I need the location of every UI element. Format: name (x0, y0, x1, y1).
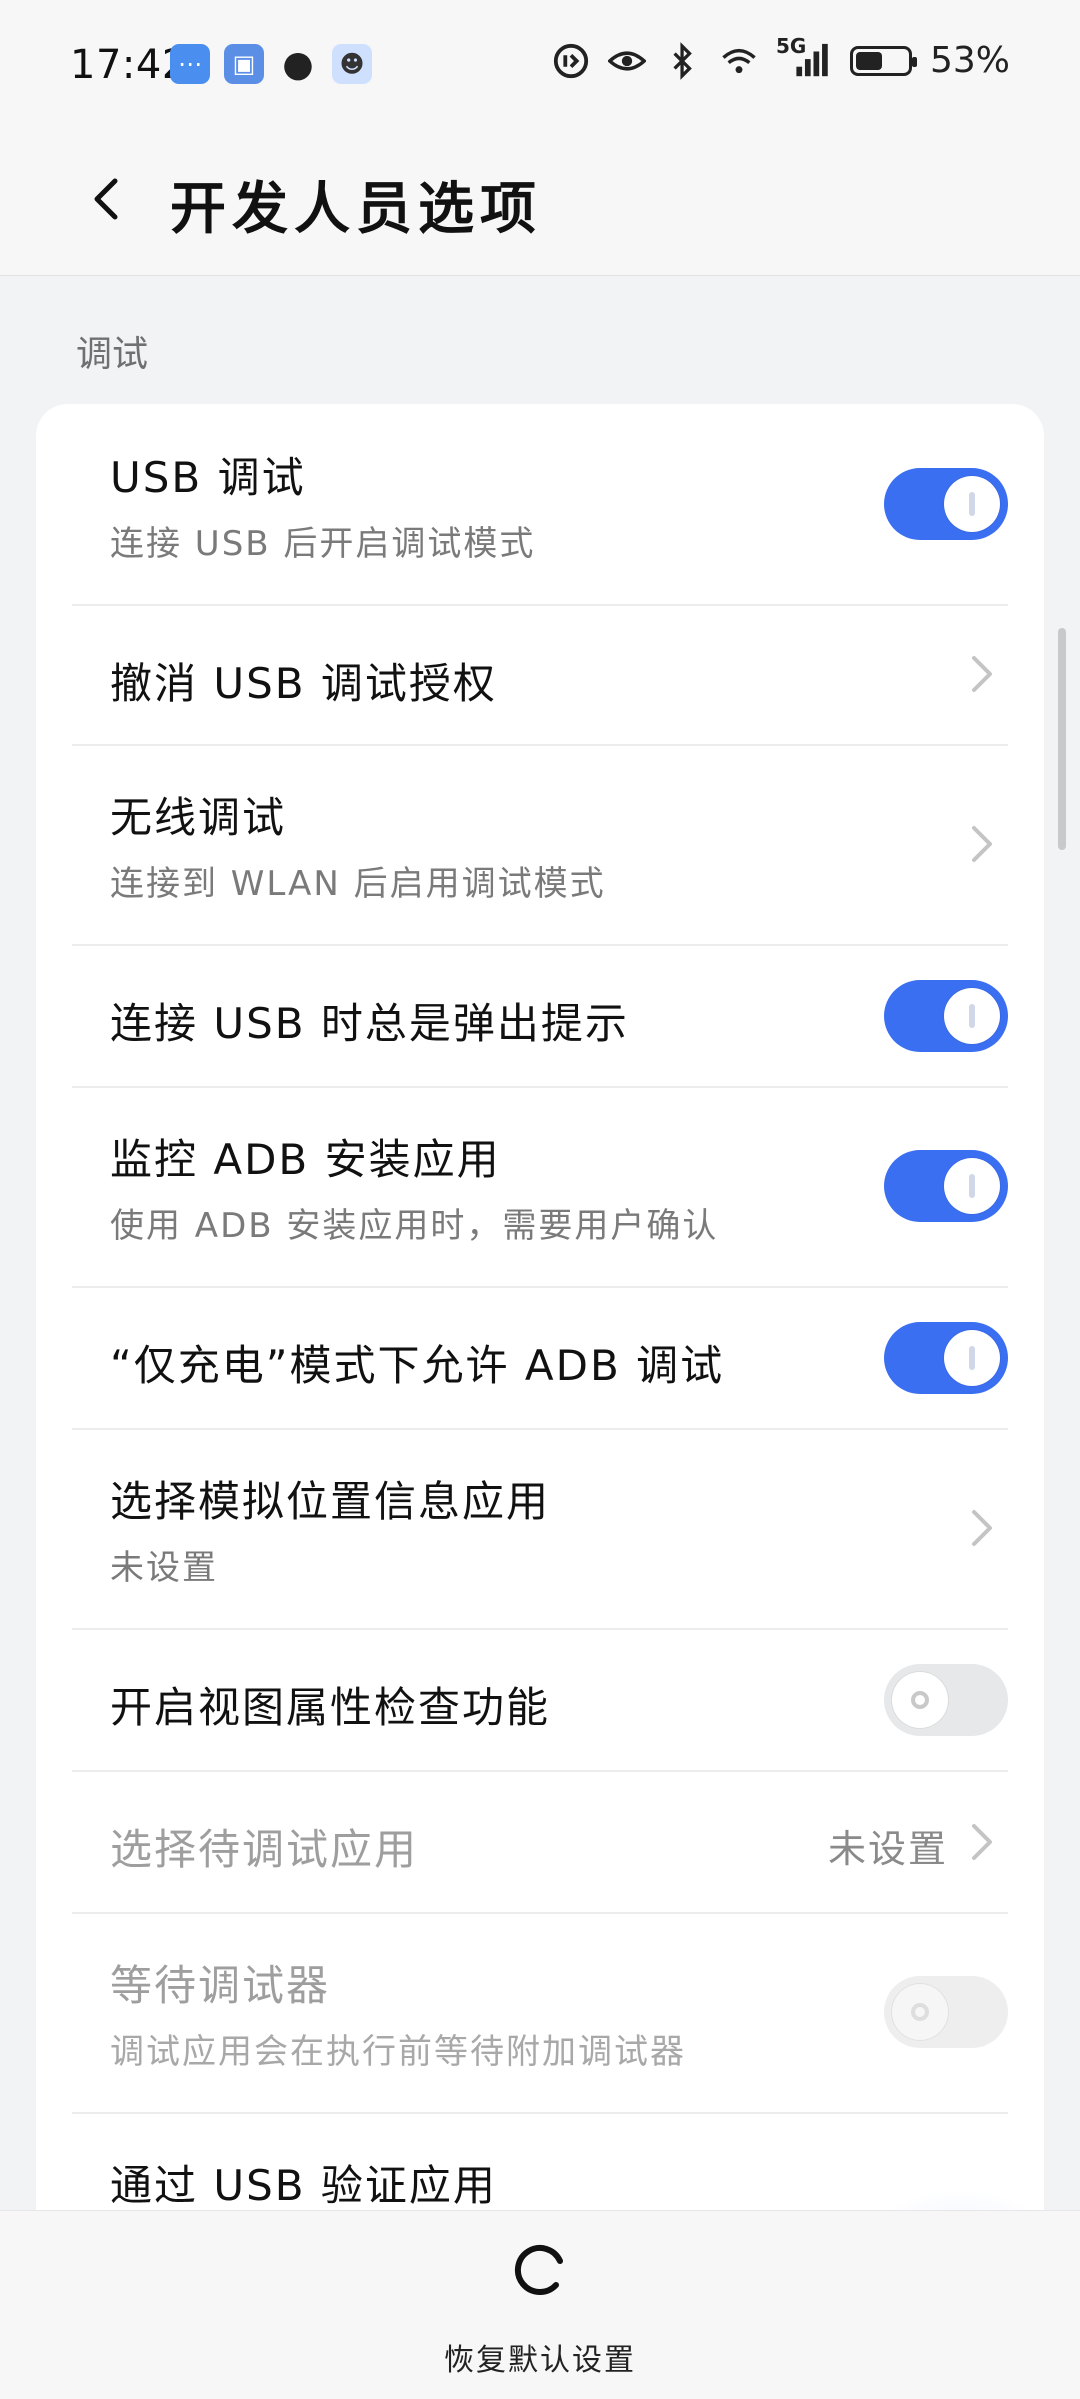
page-title: 开发人员选项 (170, 177, 542, 242)
scrollbar[interactable] (1058, 628, 1066, 850)
view-attribute-switch[interactable] (884, 1664, 1008, 1736)
setting-monitor-adb-install[interactable]: 监控 ADB 安装应用 使用 ADB 安装应用时，需要用户确认 (72, 1086, 1008, 1288)
setting-title: 监控 ADB 安装应用 (110, 1135, 501, 1184)
wifi-icon (720, 42, 758, 80)
eye-icon (607, 42, 646, 80)
setting-title: 无线调试 (110, 793, 287, 842)
bottom-action-bar: 恢复默认设置 (0, 2210, 1080, 2399)
monitor-adb-switch[interactable] (884, 1150, 1008, 1222)
section-label-debug: 调试 (76, 334, 149, 375)
setting-title: 选择待调试应用 (110, 1825, 419, 1874)
setting-revoke-usb-auth[interactable]: 撤消 USB 调试授权 (72, 604, 1008, 746)
setting-subtitle: 调试应用会在执行前等待附加调试器 (110, 2032, 686, 2072)
setting-title: 撤消 USB 调试授权 (110, 659, 497, 708)
restore-defaults-button[interactable]: 恢复默认设置 (440, 2235, 640, 2385)
setting-usb-prompt[interactable]: 连接 USB 时总是弹出提示 (72, 944, 1008, 1088)
setting-subtitle: 未设置 (110, 1548, 218, 1588)
qq-penguin-icon: ● (282, 43, 314, 85)
chevron-right-icon (964, 654, 998, 694)
setting-usb-debugging[interactable]: USB 调试 连接 USB 后开启调试模式 (72, 404, 1008, 606)
battery-percent: 53% (929, 40, 1010, 81)
setting-debug-app[interactable]: 选择待调试应用 未设置 (72, 1770, 1008, 1914)
chevron-right-icon (964, 824, 998, 864)
usb-debugging-switch[interactable] (884, 468, 1008, 540)
battery-icon (849, 45, 917, 76)
chevron-right-icon (964, 1508, 998, 1548)
usb-prompt-switch[interactable] (884, 980, 1008, 1052)
setting-view-attribute-inspection[interactable]: 开启视图属性检查功能 (72, 1628, 1008, 1772)
chevron-left-icon (94, 178, 118, 220)
refresh-icon (514, 2245, 563, 2295)
app-header: 开发人员选项 (0, 130, 1080, 276)
setting-title: “仅充电”模式下允许 ADB 调试 (110, 1341, 725, 1390)
restore-defaults-label: 恢复默认设置 (444, 2343, 636, 2378)
network-label: 5G (775, 33, 807, 58)
notification-icons: ⋯ ▣ ● ☻ (170, 43, 372, 85)
setting-wireless-debugging[interactable]: 无线调试 连接到 WLAN 后启用调试模式 (72, 744, 1008, 946)
setting-title: 选择模拟位置信息应用 (110, 1477, 551, 1526)
setting-subtitle: 连接到 WLAN 后启用调试模式 (110, 864, 606, 904)
setting-wait-for-debugger[interactable]: 等待调试器 调试应用会在执行前等待附加调试器 (72, 1912, 1008, 2114)
setting-charge-only-adb[interactable]: “仅充电”模式下允许 ADB 调试 (72, 1286, 1008, 1430)
chevron-right-icon (964, 1822, 998, 1862)
setting-mock-location-app[interactable]: 选择模拟位置信息应用 未设置 (72, 1428, 1008, 1630)
settings-card: USB 调试 连接 USB 后开启调试模式 撤消 USB 调试授权 无线调试 连… (36, 404, 1044, 2398)
status-bar: 17:42 ⋯ ▣ ● ☻ 5G 53% (0, 0, 1080, 130)
hd-icon (552, 42, 590, 80)
wait-debugger-switch[interactable] (884, 1976, 1008, 2048)
id-card-icon: ▣ (224, 44, 264, 84)
chat-icon: ⋯ (170, 44, 210, 84)
bluetooth-icon (664, 41, 702, 80)
setting-value: 未设置 (827, 1827, 948, 1871)
charge-only-adb-switch[interactable] (884, 1322, 1008, 1394)
back-button[interactable] (72, 164, 142, 234)
assistant-face-icon: ☻ (332, 44, 372, 84)
setting-title: 通过 USB 验证应用 (110, 2161, 497, 2210)
setting-title: 连接 USB 时总是弹出提示 (110, 999, 629, 1048)
system-status-icons: 5G 53% (552, 34, 1010, 81)
setting-subtitle: 使用 ADB 安装应用时，需要用户确认 (110, 1206, 719, 1246)
setting-title: 开启视图属性检查功能 (110, 1683, 551, 1732)
setting-title: 等待调试器 (110, 1961, 331, 2010)
cellular-signal-icon: 5G (776, 34, 832, 80)
setting-subtitle: 连接 USB 后开启调试模式 (110, 524, 536, 564)
setting-title: USB 调试 (110, 453, 306, 502)
